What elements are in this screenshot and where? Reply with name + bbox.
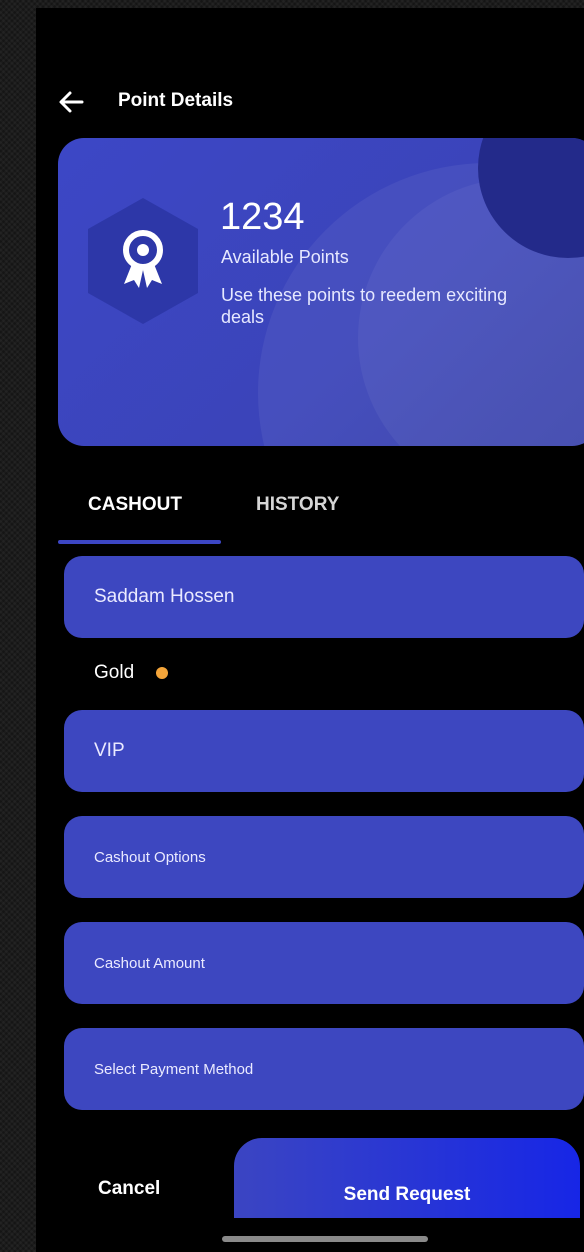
name-field-value: Saddam Hossen — [94, 586, 235, 607]
tab-bar: CASHOUT HISTORY — [58, 484, 339, 546]
gold-dot-icon — [156, 667, 169, 679]
cashout-options-placeholder: Cashout Options — [94, 848, 206, 866]
home-indicator[interactable] — [222, 1236, 428, 1242]
points-card: 1234 Available Points Use these points t… — [58, 138, 584, 446]
tier-field-value: VIP — [94, 740, 125, 761]
name-field[interactable]: Saddam Hossen — [64, 556, 584, 638]
points-description: Use these points to reedem exciting deal… — [221, 285, 508, 327]
back-button[interactable] — [54, 84, 90, 120]
page-title: Point Details — [118, 90, 234, 111]
active-tab-indicator — [58, 540, 221, 544]
app-screen: Point Details 1234 Available Points Use … — [36, 8, 584, 1252]
bottom-safe-area — [36, 1218, 584, 1252]
cashout-amount-field[interactable]: Cashout Amount — [64, 922, 584, 1004]
payment-method-field[interactable]: Select Payment Method — [64, 1028, 584, 1110]
level-label: Gold — [94, 662, 135, 683]
points-value: 1234 — [220, 196, 305, 238]
cancel-button[interactable]: Cancel — [98, 1178, 160, 1200]
tab-cashout[interactable]: CASHOUT — [88, 494, 182, 516]
award-ribbon-icon — [88, 198, 198, 324]
cashout-options-field[interactable]: Cashout Options — [64, 816, 584, 898]
cashout-amount-placeholder: Cashout Amount — [94, 954, 205, 972]
arrow-left-icon — [59, 91, 84, 113]
app-header: Point Details — [36, 80, 584, 130]
points-label: Available Points — [221, 247, 349, 267]
level-indicator: Gold — [94, 662, 169, 684]
tier-field[interactable]: VIP — [64, 710, 584, 792]
tab-history[interactable]: HISTORY — [256, 494, 339, 516]
payment-method-placeholder: Select Payment Method — [94, 1060, 254, 1078]
